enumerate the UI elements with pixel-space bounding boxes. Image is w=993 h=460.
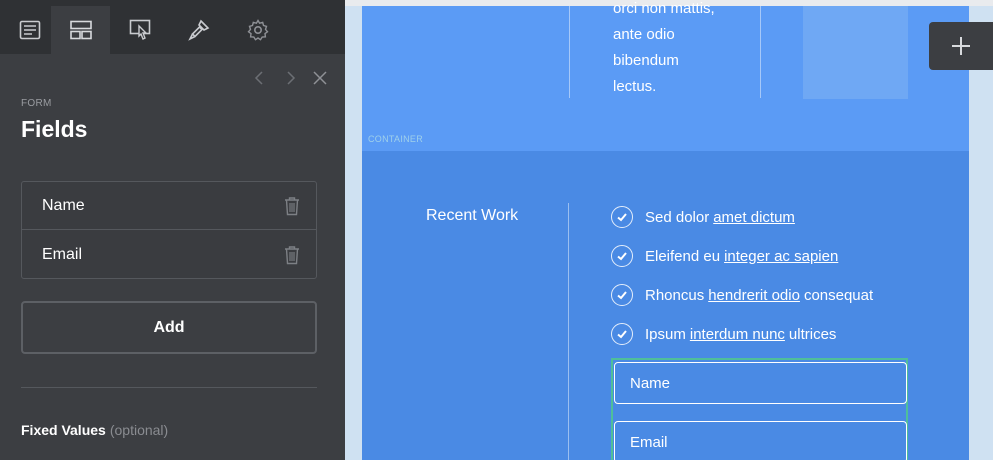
add-block-button[interactable] — [929, 22, 993, 70]
image-placeholder[interactable] — [803, 6, 908, 99]
trash-icon[interactable] — [283, 245, 301, 265]
optional-hint: (optional) — [109, 422, 169, 438]
plus-icon — [952, 37, 970, 55]
tab-interactions[interactable] — [110, 6, 169, 54]
checklist-item[interactable]: Ipsum interdum nunc ultrices — [611, 322, 836, 346]
tab-settings[interactable] — [228, 6, 287, 54]
checklist-link[interactable]: hendrerit odio — [708, 287, 800, 304]
recent-work-heading[interactable]: Recent Work — [426, 207, 518, 225]
checklist-link[interactable]: interdum nunc — [690, 326, 785, 343]
fixed-values-label: Fixed Values — [21, 422, 106, 438]
checklist-text: consequat — [803, 286, 874, 304]
check-icon — [611, 206, 633, 228]
trash-icon[interactable] — [283, 196, 301, 216]
form-name-input[interactable]: Name — [614, 362, 907, 404]
tab-layout[interactable] — [51, 6, 110, 54]
panel-eyebrow: FORM — [21, 98, 52, 109]
chevron-left-icon — [254, 71, 263, 85]
page-title: Fields — [21, 116, 88, 142]
check-icon — [611, 284, 633, 306]
brush-icon — [187, 19, 209, 41]
next-button[interactable] — [280, 68, 300, 88]
checklist-text: Eleifend eu — [645, 247, 721, 265]
paragraph-line: orci non mattis, — [613, 0, 715, 17]
paragraph-line: bibendum — [613, 52, 679, 69]
chevron-right-icon — [287, 71, 296, 85]
add-field-button[interactable]: Add — [21, 301, 317, 354]
checklist-text: Ipsum — [645, 325, 686, 343]
paragraph-line: ante odio — [613, 26, 675, 43]
check-icon — [611, 245, 633, 267]
checklist-item[interactable]: Sed dolor amet dictum — [611, 205, 799, 229]
checklist-text: Sed dolor — [645, 208, 710, 226]
column-divider — [569, 6, 570, 98]
document-icon — [19, 20, 40, 40]
editor-window: orci non mattis, ante odio bibendum lect… — [0, 0, 993, 460]
column-divider — [760, 6, 761, 98]
fixed-values-heading: Fixed Values (optional) — [21, 422, 168, 438]
divider — [21, 387, 317, 388]
layout-icon — [69, 20, 92, 40]
column-divider — [568, 203, 569, 460]
checklist-link[interactable]: amet dictum — [713, 209, 795, 226]
form-email-input[interactable]: Email — [614, 421, 907, 460]
field-list: Name Email — [21, 181, 317, 279]
checklist-link[interactable]: integer ac sapien — [724, 248, 838, 265]
form-block-selected[interactable]: Name Email — [611, 358, 908, 460]
close-icon — [313, 71, 327, 85]
close-button[interactable] — [310, 68, 330, 88]
checklist-text: Rhoncus — [645, 286, 705, 304]
field-row-name[interactable]: Name — [22, 182, 316, 230]
checklist-item[interactable]: Rhoncus hendrerit odio consequat — [611, 283, 873, 307]
check-icon — [611, 323, 633, 345]
paragraph-text[interactable]: orci non mattis, ante odio bibendum lect… — [613, 0, 753, 100]
field-label: Email — [42, 246, 83, 263]
previous-button[interactable] — [250, 68, 270, 88]
section-tag: CONTAINER — [368, 134, 424, 144]
tab-style[interactable] — [169, 6, 228, 54]
panel-tabbar — [0, 0, 345, 54]
pointer-icon — [129, 19, 150, 40]
checklist-item[interactable]: Eleifend eu integer ac sapien — [611, 244, 842, 268]
field-label: Name — [42, 197, 85, 214]
field-row-email[interactable]: Email — [22, 231, 316, 279]
paragraph-line: lectus. — [613, 78, 657, 95]
editor-panel: FORM Fields Name Email Add Fixed Values(… — [0, 0, 345, 460]
checklist-text: ultrices — [788, 325, 837, 343]
gear-icon — [246, 19, 269, 41]
